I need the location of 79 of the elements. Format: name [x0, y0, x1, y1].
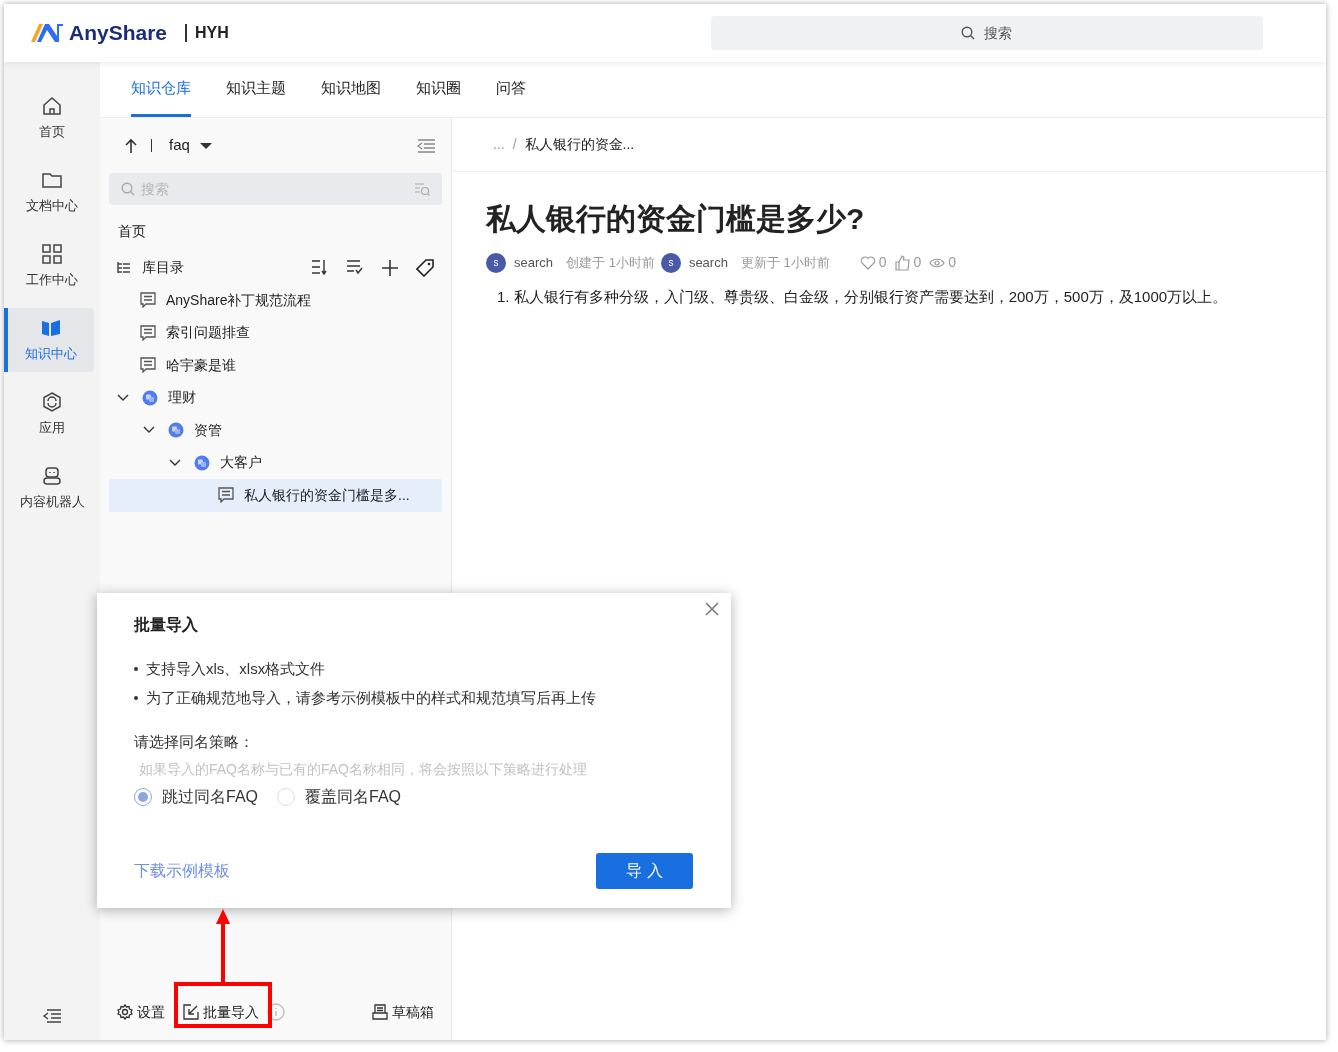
tab[interactable]: 问答 — [496, 62, 526, 117]
close-icon[interactable] — [705, 602, 719, 616]
note-text: 支持导入xls、xlsx格式文件 — [146, 659, 326, 679]
robot-icon — [41, 464, 63, 487]
document-icon — [140, 292, 156, 309]
import-icon — [183, 1004, 199, 1020]
drafts-button[interactable]: 草稿箱 — [372, 1001, 434, 1023]
avatar: s — [486, 252, 506, 273]
thumbs-up-icon — [894, 254, 911, 271]
search-icon — [121, 182, 135, 196]
bullet — [134, 667, 138, 672]
tree-item[interactable]: 理财 — [109, 381, 442, 414]
logo-icon — [29, 22, 65, 44]
folder-badge-icon — [194, 454, 210, 471]
radio-option[interactable]: 跳过同名FAQ — [134, 784, 258, 809]
document-icon — [218, 487, 234, 504]
nav-item[interactable]: 内容机器人 — [4, 456, 100, 520]
hexagon-icon — [41, 390, 63, 413]
import-button[interactable]: 导 入 — [596, 853, 693, 889]
inbox-icon — [372, 1004, 388, 1020]
document-title: 私人银行的资金门槛是多少? — [486, 201, 866, 237]
tree-item[interactable]: 大客户 — [109, 446, 442, 479]
breadcrumb-separator: / — [512, 135, 517, 154]
catalog-label[interactable]: 库目录 — [142, 257, 184, 278]
logo-text: AnyShare — [69, 20, 168, 47]
user-name: search — [688, 253, 728, 272]
folder-badge-icon — [142, 389, 158, 406]
heart-icon — [859, 254, 876, 271]
created-time: 创建于 1小时前 — [566, 253, 655, 272]
list-check-icon[interactable] — [346, 258, 364, 277]
tree-item[interactable]: AnyShare补丁规范流程 — [109, 284, 442, 317]
sort-icon[interactable] — [311, 258, 329, 277]
document-icon — [140, 357, 156, 374]
note-text: 为了正确规范地导入，请参考示例模板中的样式和规范填写后再上传 — [146, 687, 596, 708]
nav-item[interactable]: 文档中心 — [4, 160, 100, 224]
document-body: 1. 私人银行有多种分级，入门级、尊贵级、白金级，分别银行资产需要达到，200万，500万，及1000万以上。 — [496, 287, 1229, 307]
dropdown-caret-icon — [199, 142, 212, 149]
catalog-icon — [117, 261, 131, 274]
arrow-up-icon[interactable] — [124, 137, 138, 154]
tree-item[interactable]: 私人银行的资金门槛是多... — [109, 479, 442, 512]
plus-icon[interactable] — [381, 258, 399, 277]
document-icon — [140, 324, 156, 341]
nav-item[interactable]: 工作中心 — [4, 234, 100, 298]
settings-button[interactable]: 设置 — [117, 1001, 165, 1023]
settings-icon — [117, 1004, 133, 1020]
count: 0 — [948, 253, 957, 272]
grid-icon — [41, 242, 63, 265]
tab[interactable]: 知识圈 — [416, 62, 461, 117]
collapse-panel-icon[interactable] — [416, 137, 436, 154]
user-name: search — [514, 253, 554, 272]
search-icon — [961, 26, 975, 40]
search-field[interactable]: 搜索 — [711, 16, 1263, 50]
info-icon[interactable] — [267, 1003, 285, 1021]
tree-search-field[interactable]: 搜索 — [109, 173, 442, 205]
bullet — [134, 695, 138, 700]
tab[interactable]: 知识地图 — [321, 62, 381, 117]
tab[interactable]: 知识主题 — [226, 62, 286, 117]
folder-badge-icon — [168, 422, 184, 439]
updated-time: 更新于 1小时前 — [740, 253, 830, 272]
tree-item[interactable]: 资管 — [109, 414, 442, 447]
library-dropdown[interactable]: faq — [169, 134, 212, 157]
home-link[interactable]: 首页 — [109, 221, 442, 241]
nav-item[interactable]: 应用 — [4, 382, 100, 446]
nav-item[interactable]: 首页 — [4, 86, 100, 150]
strategy-label: 请选择同名策略： — [134, 732, 255, 752]
home-icon — [41, 94, 63, 117]
workspace-name: HYH — [195, 23, 229, 43]
breadcrumb-item: 私人银行的资金... — [524, 135, 635, 154]
tree-item[interactable]: 索引问题排查 — [109, 316, 442, 349]
avatar: s — [660, 252, 681, 273]
batch-import-button[interactable]: 批量导入 — [183, 1001, 259, 1023]
collapse-menu-icon[interactable] — [42, 1008, 62, 1024]
count: 0 — [878, 253, 887, 272]
tree-item[interactable]: 哈宇豪是谁 — [109, 349, 442, 382]
tag-icon[interactable] — [416, 258, 434, 277]
count: 0 — [913, 253, 922, 272]
nav-item[interactable]: 知识中心 — [4, 308, 94, 372]
popup-title: 批量导入 — [134, 615, 199, 635]
radio-option[interactable]: 覆盖同名FAQ — [277, 784, 402, 809]
